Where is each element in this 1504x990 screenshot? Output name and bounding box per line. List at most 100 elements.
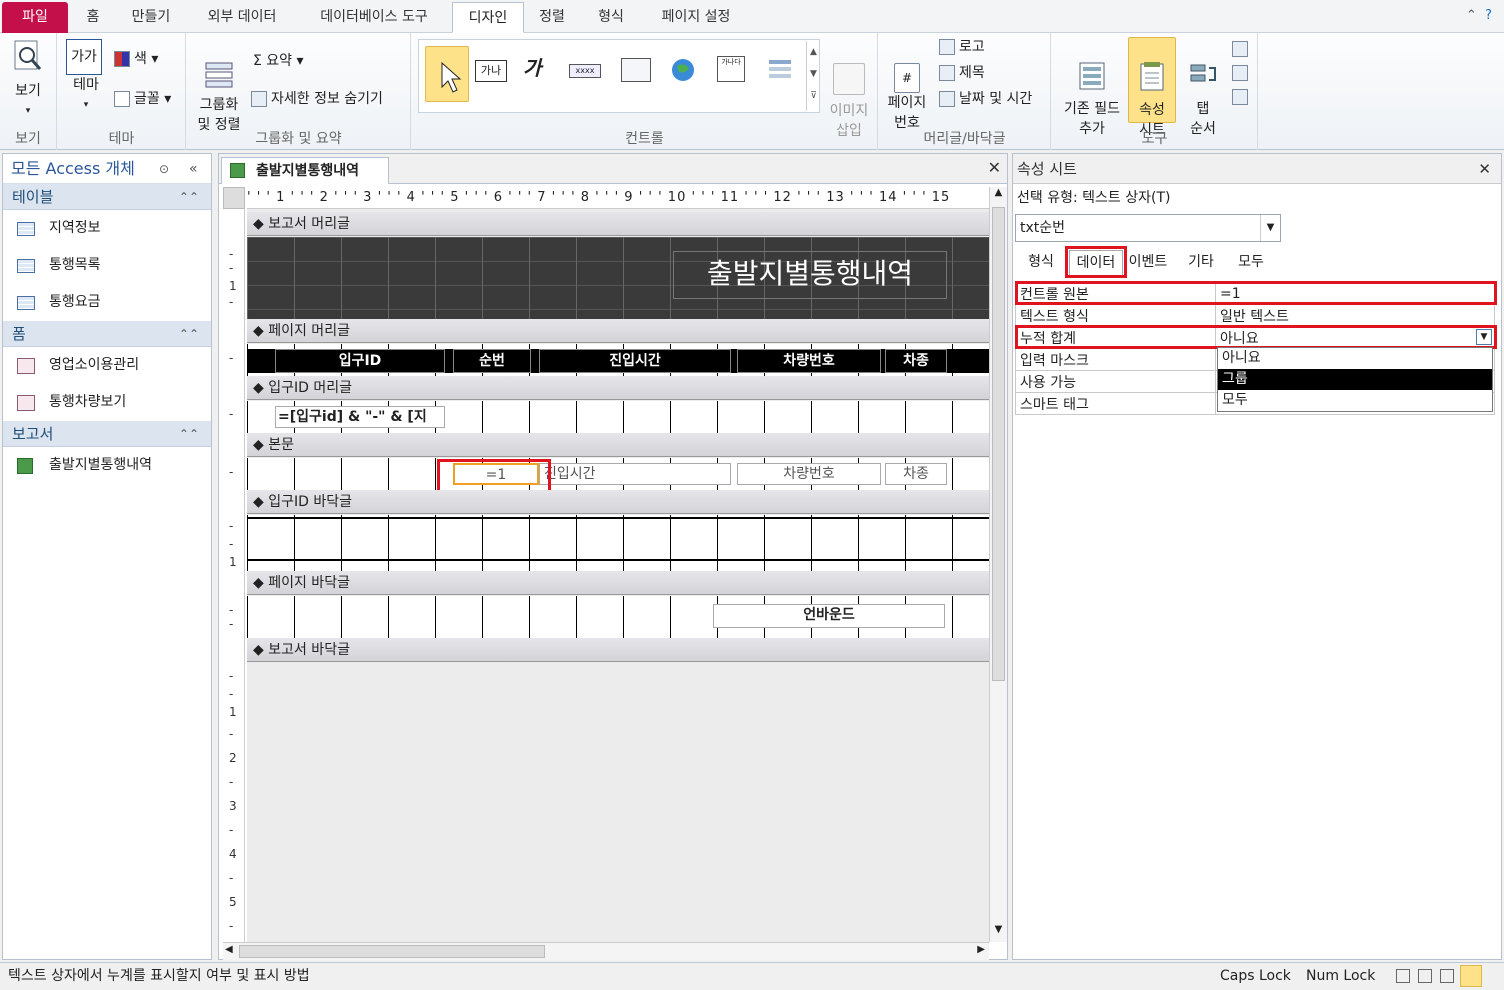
text-box-tool-icon[interactable]: 가 (523, 58, 541, 78)
tab-page-setup[interactable]: 페이지 설정 (644, 2, 748, 33)
prop-tab-other[interactable]: 기타 (1179, 250, 1223, 276)
title-button[interactable]: 제목 (939, 63, 985, 83)
nav-item-report[interactable]: 출발지별통행내역 (3, 447, 211, 484)
nav-menu-icon[interactable]: ⊙ (159, 154, 169, 184)
document-tab[interactable]: 출발지별통행내역 (221, 157, 389, 184)
tab-external-data[interactable]: 외부 데이터 (190, 2, 294, 33)
design-canvas[interactable]: ◆ 보고서 머리글 출발지별통행내역 ◆ 페이지 머리글 입구ID 순번 진입시… (247, 209, 989, 942)
section-report-header[interactable]: ◆ 보고서 머리글 (247, 212, 989, 236)
theme-button[interactable]: 가가 테마 ▾ (66, 39, 106, 115)
layout-view-icon[interactable] (1440, 969, 1454, 983)
nav-item-form[interactable]: 영업소이용관리 (3, 347, 211, 384)
chevron-down-icon[interactable]: ▼ (1260, 215, 1280, 241)
nav-item-table[interactable]: 통행목록 (3, 247, 211, 284)
nav-section-forms[interactable]: 폼 ⌃⌃ (3, 321, 211, 347)
scroll-thumb[interactable] (992, 207, 1005, 681)
prop-tab-format[interactable]: 형식 (1019, 250, 1063, 276)
entry-time-textbox[interactable]: 진입시간 (539, 463, 731, 485)
horizontal-ruler[interactable]: ' ' ' 1 ' ' ' 2 ' ' ' 3 ' ' ' 4 ' ' ' 5 … (247, 187, 989, 209)
column-header-entrance-id[interactable]: 입구ID (275, 349, 445, 373)
gallery-scroll[interactable]: ▲ ▼ ⊽ (806, 41, 820, 111)
nav-item-table[interactable]: 통행요금 (3, 284, 211, 321)
nav-item-table[interactable]: 지역정보 (3, 210, 211, 247)
hyperlink-tool-icon[interactable] (669, 56, 699, 92)
nav-section-tables[interactable]: 테이블 ⌃⌃ (3, 184, 211, 210)
shutter-bar-icon[interactable]: « (189, 154, 198, 184)
convert-macros-icon[interactable] (1232, 89, 1248, 105)
vertical-scrollbar[interactable]: ▲ ▼ (989, 187, 1007, 942)
detail-band[interactable]: =1 진입시간 차량번호 차종 (247, 458, 989, 490)
horizontal-scrollbar[interactable]: ◀ ▶ (223, 942, 989, 960)
column-header-car-no[interactable]: 차량번호 (737, 349, 881, 373)
tab-create[interactable]: 만들기 (118, 2, 184, 33)
scroll-left-icon[interactable]: ◀ (225, 944, 233, 955)
tab-format[interactable]: 형식 (582, 2, 640, 33)
tab-file[interactable]: 파일 (2, 2, 68, 33)
nav-item-form[interactable]: 통행차량보기 (3, 384, 211, 421)
dropdown-option[interactable]: 모두 (1218, 390, 1492, 411)
collapse-icon[interactable]: ⌃⌃ (179, 184, 199, 210)
tab-control-tool-icon[interactable] (621, 58, 651, 82)
report-title-label[interactable]: 출발지별통행내역 (673, 251, 947, 299)
tab-database-tools[interactable]: 데이터베이스 도구 (300, 2, 448, 33)
print-preview-icon[interactable] (1418, 969, 1432, 983)
fonts-button[interactable]: 글꼴 ▾ (114, 89, 171, 109)
section-detail[interactable]: ◆ 본문 (247, 433, 989, 457)
car-type-textbox[interactable]: 차종 (885, 463, 947, 485)
group-header-band[interactable]: =[입구id] & "-" & [지 (247, 401, 989, 433)
column-header-seq[interactable]: 순번 (453, 349, 531, 373)
close-document-icon[interactable]: ✕ (988, 158, 1001, 177)
hide-details-button[interactable]: 자세한 정보 숨기기 (251, 89, 383, 109)
collapse-icon[interactable]: ⌃⌃ (179, 321, 199, 347)
scroll-down-icon[interactable]: ▼ (990, 924, 1007, 942)
section-page-header[interactable]: ◆ 페이지 머리글 (247, 319, 989, 343)
navigation-tool-icon[interactable] (765, 56, 795, 90)
dropdown-option[interactable]: 아니요 (1218, 348, 1492, 369)
running-sum-dropdown[interactable]: 아니요 그룹 모두 (1217, 347, 1493, 412)
minimize-ribbon-icon[interactable]: ⌃ (1466, 8, 1477, 23)
view-code-icon[interactable] (1232, 65, 1248, 81)
report-header-band[interactable]: 출발지별통행내역 (247, 237, 989, 319)
help-icon[interactable]: ? (1485, 8, 1492, 23)
prop-tab-event[interactable]: 이벤트 (1123, 250, 1173, 276)
nav-section-reports[interactable]: 보고서 ⌃⌃ (3, 421, 211, 447)
section-group-header[interactable]: ◆ 입구ID 머리글 (247, 376, 989, 400)
page-footer-textbox[interactable]: 언바운드 (713, 604, 945, 628)
tab-design[interactable]: 디자인 (452, 2, 524, 33)
date-time-button[interactable]: 날짜 및 시간 (939, 89, 1032, 109)
section-group-footer[interactable]: ◆ 입구ID 바닥글 (247, 490, 989, 514)
scroll-up-icon[interactable]: ▲ (990, 187, 1007, 205)
section-page-footer[interactable]: ◆ 페이지 바닥글 (247, 571, 989, 595)
vertical-ruler[interactable]: --1- --- --1 -- --1- 2-3- 4-5- (223, 209, 245, 942)
design-view-icon[interactable] (1460, 965, 1482, 987)
subform-icon[interactable] (1232, 41, 1248, 57)
nav-header[interactable]: 모든 Access 개체 ⊙ « (3, 154, 211, 184)
hscroll-thumb[interactable] (239, 945, 545, 958)
scroll-right-icon[interactable]: ▶ (977, 944, 985, 955)
totals-button[interactable]: Σ 요약 ▾ (253, 51, 304, 71)
label-tool-icon[interactable]: 가나 (475, 60, 507, 82)
section-report-footer[interactable]: ◆ 보고서 바닥글 (247, 638, 989, 662)
car-no-textbox[interactable]: 차량번호 (737, 463, 881, 485)
ribbon-controls[interactable]: ⌃ ? (1466, 8, 1492, 23)
report-selector[interactable] (223, 187, 245, 209)
property-row[interactable]: 텍스트 형식 일반 텍스트 (1015, 304, 1495, 327)
control-selector[interactable]: txt순번 ▼ (1015, 214, 1281, 242)
tab-arrange[interactable]: 정렬 (528, 2, 576, 33)
group-footer-band[interactable] (247, 515, 989, 571)
collapse-icon[interactable]: ⌃⌃ (179, 421, 199, 447)
close-property-sheet-icon[interactable]: ✕ (1478, 154, 1491, 184)
column-header-car-type[interactable]: 차종 (885, 349, 947, 373)
property-sheet-button[interactable]: 속성 시트 (1128, 37, 1176, 138)
prop-tab-all[interactable]: 모두 (1229, 250, 1273, 276)
tab-home[interactable]: 홈 (74, 2, 112, 33)
page-footer-band[interactable]: 언바운드 (247, 596, 989, 638)
colors-button[interactable]: 색 ▾ (114, 49, 158, 69)
page-header-band[interactable]: 입구ID 순번 진입시간 차량번호 차종 (247, 344, 989, 376)
report-view-icon[interactable] (1396, 969, 1410, 983)
button-tool-icon[interactable]: xxxx (569, 64, 601, 78)
logo-button[interactable]: 로고 (939, 37, 985, 57)
dropdown-option-selected[interactable]: 그룹 (1218, 369, 1492, 390)
group-expression-textbox[interactable]: =[입구id] & "-" & [지 (275, 406, 445, 428)
select-tool[interactable] (425, 46, 469, 102)
